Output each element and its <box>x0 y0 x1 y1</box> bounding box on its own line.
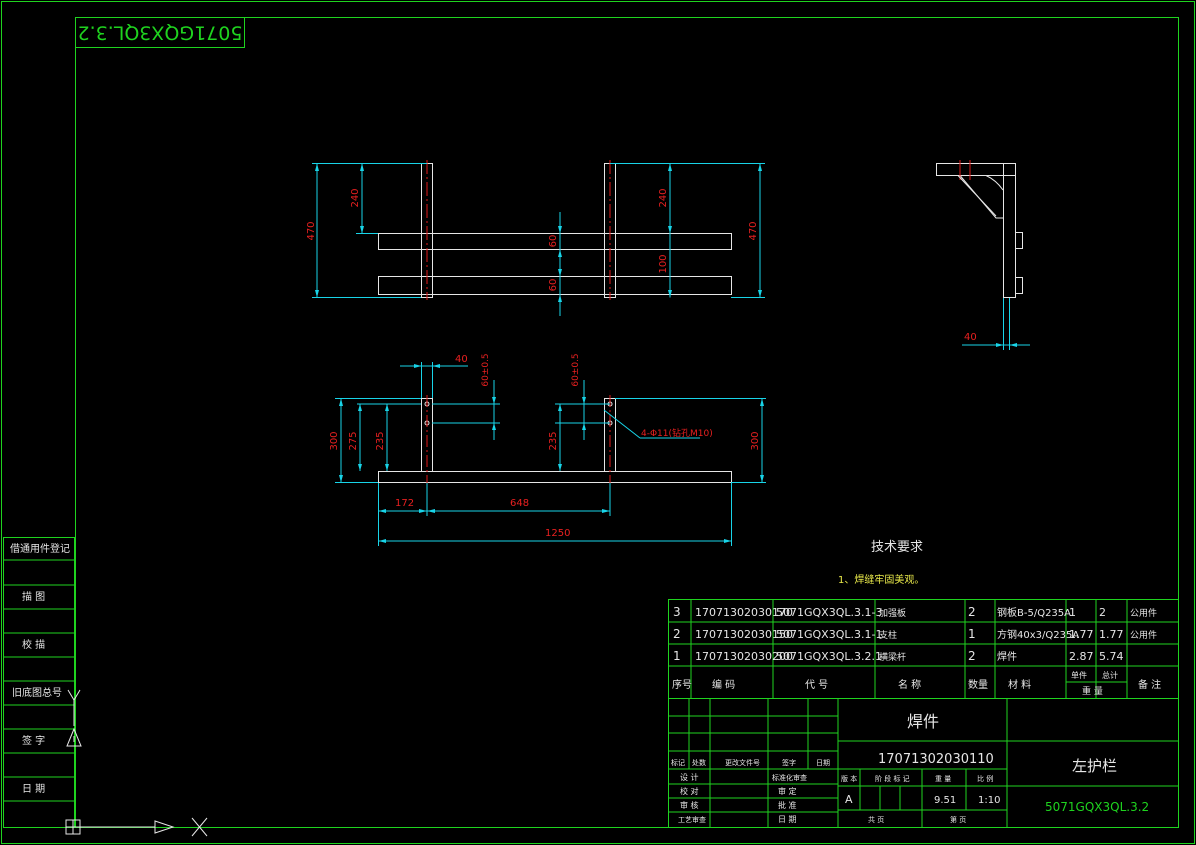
view-side: 40 <box>936 160 1030 350</box>
bom-r2-name: 支柱 <box>879 629 897 641</box>
dim-1250: 1250 <box>545 528 570 539</box>
bom-r2-unit: 1.77 <box>1069 628 1094 641</box>
bom-r1-material: 钢板B-5/Q235A <box>997 606 1071 619</box>
bom-r2-material: 方钢40x3/Q235A <box>997 628 1079 641</box>
bom-h-total: 总计 <box>1102 670 1118 680</box>
sign2-2: 审 定 <box>778 786 797 796</box>
dim-40-side: 40 <box>964 332 977 343</box>
bom-h-note: 备 注 <box>1138 678 1161 691</box>
bom-r1-seq: 3 <box>673 605 681 619</box>
tb-version-label: 版 本 <box>841 774 857 783</box>
tb-sheet: 第 页 <box>950 815 966 824</box>
dim-tol-right: 60±0.5 <box>571 353 581 386</box>
strip-label-3: 校 描 <box>22 638 45 651</box>
dim-300-right: 300 <box>750 431 761 450</box>
dim-60-top: 60 <box>548 235 559 248</box>
tb-weight-label: 重 量 <box>935 775 951 783</box>
bom-r3-total: 5.74 <box>1099 650 1124 663</box>
bom-r1-name: 加强板 <box>879 607 906 619</box>
bom-h-code: 编 码 <box>712 678 735 691</box>
dim-60-bottom: 60 <box>548 279 559 292</box>
bom-r2-qty: 1 <box>968 627 976 641</box>
sign2-3: 批 准 <box>778 800 797 810</box>
dim-100: 100 <box>658 254 669 273</box>
tb-code: 17071302030110 <box>878 752 994 767</box>
dim-235-right: 235 <box>548 431 559 450</box>
bom-r3-qty: 2 <box>968 649 976 663</box>
dim-240-right: 240 <box>658 188 669 207</box>
sign-3: 审 核 <box>680 800 699 810</box>
title-block: 标记 处数 更改文件号 签字 日期 设 计 校 对 审 核 工艺审查 标准化审查… <box>668 698 1179 828</box>
dim-470-left: 470 <box>306 221 317 240</box>
sign-1: 设 计 <box>680 772 699 782</box>
bom-r1-drawing: 5071GQX3QL.3.1-3 <box>776 606 882 619</box>
strip-label-1: 借通用件登记 <box>10 542 70 555</box>
tb-weight: 9.51 <box>934 795 956 806</box>
ucs-icon <box>65 689 208 837</box>
rev-h-2: 处数 <box>692 758 706 767</box>
bom-h-seq: 序号 <box>672 678 692 691</box>
bom-h-drawing: 代 号 <box>805 679 828 691</box>
hole-note: 4-Φ11(钻孔M10) <box>641 427 713 439</box>
view-plan: 40 60±0.5 60±0.5 4-Φ11(钻孔M10) 300 275 23… <box>329 353 766 546</box>
bom-r3-seq: 1 <box>673 649 681 663</box>
strip-label-6: 日 期 <box>22 783 45 795</box>
dim-300-left: 300 <box>329 431 340 450</box>
bom-r3-drawing: 5071GQX3QL.3.2.1 <box>776 650 882 663</box>
tech-title: 技术要求 <box>871 540 923 555</box>
sign2-4: 日 期 <box>778 815 797 824</box>
dim-275: 275 <box>348 431 359 450</box>
bom-h-mass: 重 量 <box>1082 685 1103 697</box>
bom-r2-total: 1.77 <box>1099 628 1124 641</box>
bom-h-material: 材 料 <box>1008 678 1031 691</box>
dim-tol-left: 60±0.5 <box>481 353 491 386</box>
bom-r2-seq: 2 <box>673 627 681 641</box>
rev-h-4: 签字 <box>782 758 796 767</box>
mirrored-code-box: 5071GQX3QL.3.2 <box>75 17 245 48</box>
rev-h-1: 标记 <box>671 758 685 767</box>
tech-requirements: 技术要求 1、焊缝牢固美观。 <box>838 540 924 586</box>
dim-470-right: 470 <box>748 221 759 240</box>
strip-label-5: 签 字 <box>22 734 45 747</box>
tb-stage-label: 阶 段 标 记 <box>875 774 910 783</box>
cad-drawing: 5071GQX3QL.3.2 借通用件登记 描 图 校 描 旧底图总号 签 字 … <box>1 1 1195 844</box>
dim-172: 172 <box>395 498 414 509</box>
tech-item-1: 1、焊缝牢固美观。 <box>838 573 924 586</box>
tb-part-name: 左护栏 <box>1072 757 1117 775</box>
tb-sheets: 共 页 <box>868 815 884 824</box>
dim-235-left: 235 <box>375 431 386 450</box>
strip-label-4: 旧底图总号 <box>12 686 62 699</box>
view-front: 470 240 240 100 470 60 60 <box>306 160 765 316</box>
tb-drawing-no: 5071GQX3QL.3.2 <box>1045 800 1149 814</box>
bom-table: 3 17071302030170 5071GQX3QL.3.1-3 加强板 2 … <box>668 599 1179 699</box>
bom-h-qty: 数量 <box>968 678 988 691</box>
rev-h-5: 日期 <box>816 759 830 767</box>
bom-r1-qty: 2 <box>968 605 976 619</box>
tb-type: 焊件 <box>907 712 939 731</box>
bom-r2-drawing: 5071GQX3QL.3.1-1 <box>776 628 882 641</box>
bom-r1-unit: 1 <box>1069 606 1076 619</box>
tb-scale-label: 比 例 <box>977 774 993 783</box>
rev-h-3: 更改文件号 <box>725 758 760 767</box>
sign-2: 校 对 <box>680 786 699 796</box>
bom-r3-unit: 2.87 <box>1069 650 1094 663</box>
dim-40-bottom: 40 <box>455 354 468 365</box>
bom-r2-note: 公用件 <box>1130 629 1157 641</box>
dim-240-left: 240 <box>350 188 361 207</box>
sign-4: 工艺审查 <box>678 815 706 824</box>
bom-r1-note: 公用件 <box>1130 607 1157 619</box>
strip-label-2: 描 图 <box>22 590 45 603</box>
tb-scale: 1:10 <box>978 795 1000 806</box>
sign2-1: 标准化审查 <box>772 773 807 782</box>
tb-stage: A <box>845 793 853 806</box>
dim-648: 648 <box>510 498 529 509</box>
bom-r3-name: 横梁杆 <box>879 651 906 663</box>
left-strip-labels: 借通用件登记 描 图 校 描 旧底图总号 签 字 日 期 <box>10 542 70 795</box>
mirrored-drawing-code: 5071GQX3QL.3.2 <box>78 22 243 44</box>
bom-h-name: 名 称 <box>898 678 921 691</box>
bom-r1-total: 2 <box>1099 606 1106 619</box>
bom-h-unit: 单件 <box>1071 670 1087 680</box>
bom-r3-material: 焊件 <box>997 651 1017 663</box>
